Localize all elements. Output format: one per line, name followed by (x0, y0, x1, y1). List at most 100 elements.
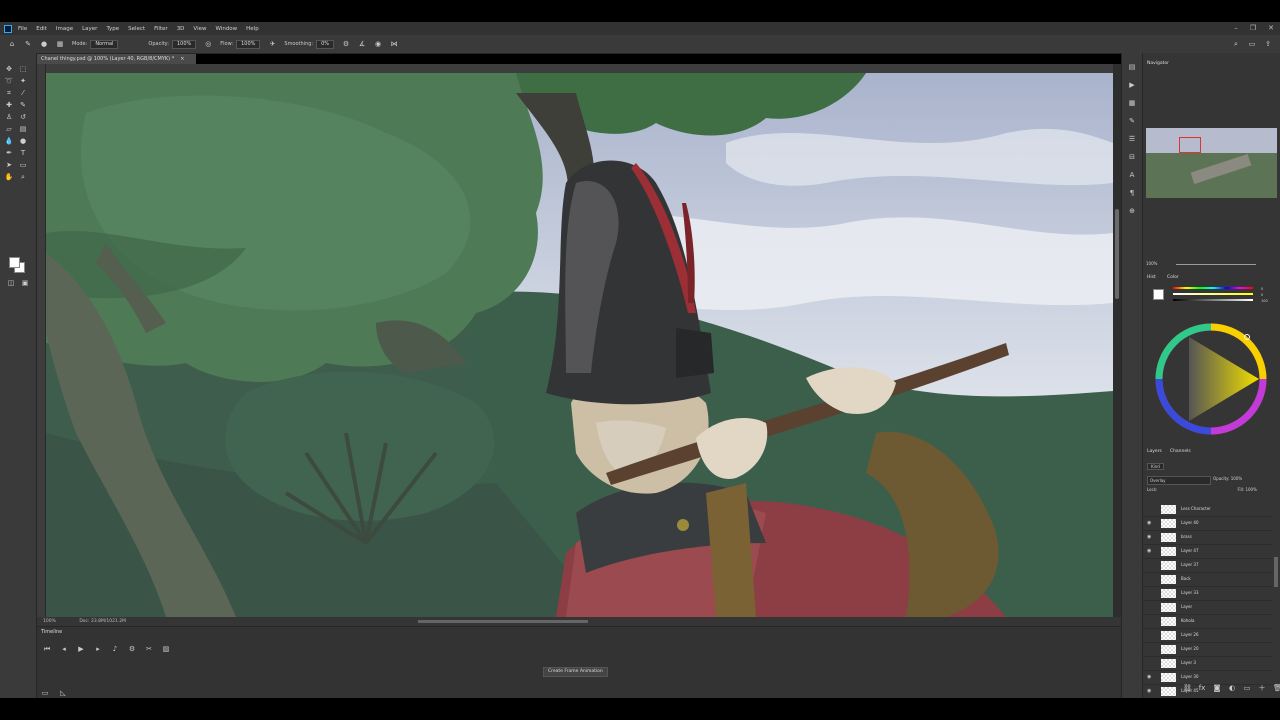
color-tab[interactable]: Color (1167, 275, 1179, 280)
history-brush-tool-icon[interactable]: ↺ (18, 113, 28, 121)
healing-tool-icon[interactable]: ✚ (4, 101, 14, 109)
symmetry-icon[interactable]: ⋈ (390, 40, 398, 48)
brush-tool-icon[interactable]: ✎ (18, 101, 28, 109)
visibility-eye-icon[interactable] (1147, 660, 1153, 666)
actions-icon[interactable]: ▶ (1128, 81, 1136, 89)
navigator-zoom-value[interactable]: 100% (1146, 261, 1157, 266)
visibility-eye-icon[interactable] (1147, 646, 1153, 652)
layer-row[interactable]: ◉ Layer 40 (1143, 517, 1273, 531)
search-icon[interactable]: ⌕ (1232, 40, 1240, 48)
convert-icon[interactable]: ▭ (41, 689, 49, 697)
menu-layer[interactable]: Layer (82, 26, 97, 32)
crop-tool-icon[interactable]: ⌗ (4, 89, 14, 97)
visibility-eye-icon[interactable]: ◉ (1147, 534, 1153, 540)
brightness-slider[interactable] (1173, 299, 1253, 301)
blur-tool-icon[interactable]: 💧 (4, 137, 14, 145)
restore-button[interactable]: ❐ (1250, 24, 1256, 32)
visibility-eye-icon[interactable] (1147, 576, 1153, 582)
layers-scroll-thumb[interactable] (1274, 557, 1278, 587)
home-icon[interactable]: ⌂ (8, 40, 16, 48)
saturation-slider[interactable] (1173, 293, 1253, 295)
settings-icon[interactable]: ⚙ (128, 645, 136, 653)
horizontal-scroll-thumb[interactable] (418, 620, 588, 623)
gradient-tool-icon[interactable]: ▤ (18, 125, 28, 133)
menu-file[interactable]: File (18, 26, 27, 32)
play-icon[interactable]: ▶ (77, 645, 85, 653)
menu-3d[interactable]: 3D (177, 26, 185, 32)
lasso-tool-icon[interactable]: ➰ (4, 77, 14, 85)
visibility-eye-icon[interactable] (1147, 632, 1153, 638)
visibility-eye-icon[interactable]: ◉ (1147, 520, 1153, 526)
gear-icon[interactable]: ⚙ (342, 40, 350, 48)
layer-row[interactable]: Layer 33 (1143, 587, 1273, 601)
history-tab[interactable]: Hist (1147, 275, 1156, 280)
color-fg-swatch[interactable] (1153, 289, 1164, 300)
new-layer-icon[interactable]: ＋ (1258, 684, 1266, 692)
dodge-tool-icon[interactable]: ● (18, 137, 28, 145)
layer-row[interactable]: Less Character (1143, 503, 1273, 517)
airbrush-icon[interactable]: ✈ (268, 40, 276, 48)
workspace-icon[interactable]: ▭ (1248, 40, 1256, 48)
visibility-eye-icon[interactable] (1147, 562, 1153, 568)
shape-tool-icon[interactable]: ▭ (18, 161, 28, 169)
link-layers-icon[interactable]: ⛓ (1183, 684, 1192, 692)
prev-frame-icon[interactable]: ◂ (60, 645, 68, 653)
visibility-eye-icon[interactable]: ◉ (1147, 674, 1153, 680)
layer-row[interactable]: Kohola (1143, 615, 1273, 629)
transition-icon[interactable]: ▨ (162, 645, 170, 653)
navigator-tab[interactable]: Navigator (1147, 61, 1169, 66)
menu-type[interactable]: Type (106, 26, 119, 32)
audio-icon[interactable]: ♪ (111, 645, 119, 653)
pen-tool-icon[interactable]: ✒ (4, 149, 14, 157)
close-window-button[interactable]: ✕ (1268, 24, 1274, 32)
color-value-b[interactable]: 100 (1261, 299, 1268, 303)
layer-row[interactable]: ◉ brass (1143, 531, 1273, 545)
menu-window[interactable]: Window (215, 26, 237, 32)
first-frame-icon[interactable]: ⏮ (43, 645, 51, 653)
visibility-eye-icon[interactable]: ◉ (1147, 688, 1153, 694)
smoothing-field[interactable]: 0% (316, 39, 335, 49)
menu-view[interactable]: View (193, 26, 206, 32)
brush-settings-icon[interactable]: ▦ (56, 40, 64, 48)
menu-edit[interactable]: Edit (36, 26, 47, 32)
hue-slider[interactable] (1173, 287, 1253, 289)
visibility-eye-icon[interactable] (1147, 604, 1153, 610)
marquee-tool-icon[interactable]: ⬚ (18, 65, 28, 73)
eyedropper-tool-icon[interactable]: ⁄ (18, 89, 28, 97)
adjustments-icon[interactable]: ☰ (1128, 135, 1136, 143)
menu-image[interactable]: Image (56, 26, 73, 32)
share-icon[interactable]: ⇪ (1264, 40, 1272, 48)
layer-row[interactable]: ◉ Layer 47 (1143, 545, 1273, 559)
brush-preset-icon[interactable]: ● (40, 40, 48, 48)
blend-mode-select[interactable]: Overlay (1147, 476, 1211, 485)
layer-row[interactable]: ◉ Layer 30 (1143, 671, 1273, 685)
color-value-h[interactable]: 0 (1261, 287, 1263, 291)
paragraph-icon[interactable]: ¶ (1128, 189, 1136, 197)
histogram-icon[interactable]: ▤ (1128, 63, 1136, 71)
opacity-field[interactable]: 100% (171, 39, 197, 49)
visibility-eye-icon[interactable] (1147, 590, 1153, 596)
hand-tool-icon[interactable]: ✋ (4, 173, 14, 181)
mode-select[interactable]: Normal (90, 39, 119, 49)
channels-tab[interactable]: Channels (1170, 449, 1191, 454)
vertical-scroll-thumb[interactable] (1115, 209, 1119, 299)
split-icon[interactable]: ✂ (145, 645, 153, 653)
vertical-scrollbar[interactable] (1113, 64, 1121, 618)
properties-icon[interactable]: ⊟ (1128, 153, 1136, 161)
layers-tab[interactable]: Layers (1147, 449, 1162, 454)
fill-value[interactable]: 100% (1245, 487, 1256, 492)
zoom-level[interactable]: 100% (43, 619, 56, 624)
stamp-tool-icon[interactable]: ♙ (4, 113, 14, 121)
layer-row[interactable]: Layer (1143, 601, 1273, 615)
navigator-preview[interactable] (1146, 128, 1277, 198)
menu-filter[interactable]: Filter (154, 26, 168, 32)
add-mask-icon[interactable]: ◙ (1213, 684, 1221, 692)
menu-select[interactable]: Select (128, 26, 145, 32)
navigator-view-box[interactable] (1179, 137, 1201, 153)
visibility-eye-icon[interactable] (1147, 506, 1153, 512)
layer-style-icon[interactable]: fx (1198, 684, 1206, 692)
layer-row[interactable]: Layer 3 (1143, 657, 1273, 671)
flow-field[interactable]: 100% (236, 39, 261, 49)
visibility-eye-icon[interactable] (1147, 618, 1153, 624)
minimize-button[interactable]: – (1234, 24, 1238, 32)
